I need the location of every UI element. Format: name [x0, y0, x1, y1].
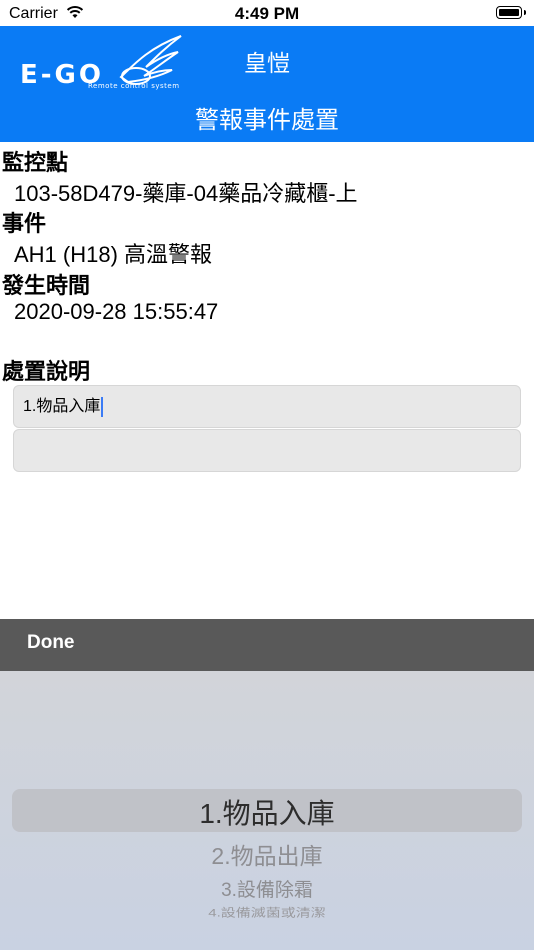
- picker-option[interactable]: 2.物品出庫: [0, 837, 534, 871]
- disposal-input-value: 1.物品入庫: [23, 398, 101, 415]
- picker-option[interactable]: 4.設備滅菌或清潔: [0, 905, 534, 921]
- option-picker[interactable]: 1.物品入庫 2.物品出庫 3.設備除霜 4.設備滅菌或清潔: [0, 671, 534, 950]
- picker-option-selected[interactable]: 1.物品入庫: [0, 792, 534, 832]
- battery-icon: [496, 6, 526, 19]
- text-caret: [101, 396, 104, 417]
- occurrence-time-label: 發生時間: [2, 273, 91, 298]
- remark-input[interactable]: [13, 429, 521, 472]
- app-title: 皇愷: [244, 50, 290, 76]
- disposal-input[interactable]: 1.物品入庫: [13, 385, 521, 428]
- monitor-point-label: 監控點: [2, 150, 69, 175]
- event-value: AH1 (H18) 高溫警報: [14, 242, 213, 267]
- disposal-description-label: 處置說明: [2, 359, 91, 384]
- picker-toolbar: Done: [0, 619, 534, 671]
- clock: 4:49 PM: [234, 4, 300, 23]
- page-title: 警報事件處置: [195, 107, 339, 134]
- picker-option[interactable]: 3.設備除霜: [0, 875, 534, 902]
- done-button[interactable]: Done: [27, 632, 75, 654]
- header: E-GO Remote control system 皇愷 警報事件處置: [0, 26, 534, 142]
- event-label: 事件: [2, 211, 47, 236]
- logo-subtitle: Remote control system: [88, 82, 180, 90]
- monitor-point-value: 103-58D479-藥庫-04藥品冷藏櫃-上: [14, 181, 358, 206]
- status-bar: Carrier 4:49 PM: [0, 0, 534, 26]
- occurrence-time-value: 2020-09-28 15:55:47: [14, 299, 219, 324]
